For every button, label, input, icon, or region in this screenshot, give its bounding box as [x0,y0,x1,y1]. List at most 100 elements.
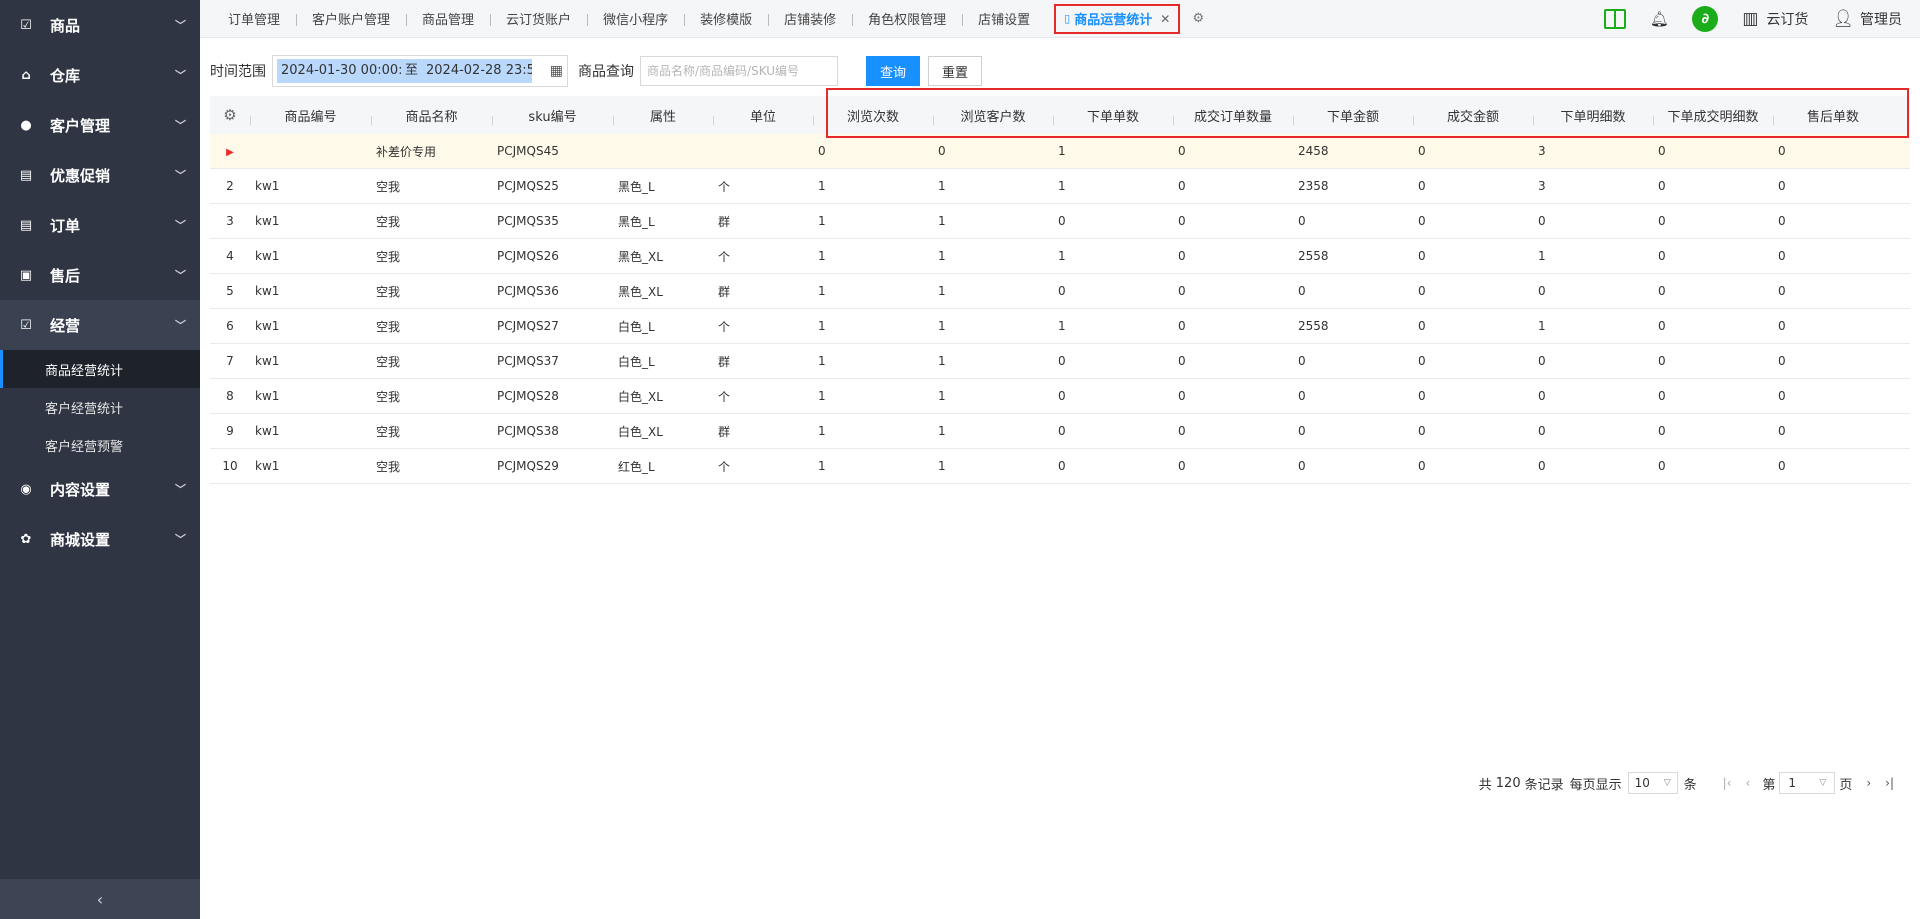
date-end[interactable]: 2024-02-28 23:59:59 [422,59,533,83]
collapse-sidebar-chevron-icon[interactable]: ‹ [0,879,200,919]
chevron-down-icon: ▽ [1663,778,1671,788]
tab-5[interactable]: 装修模版 [684,0,768,38]
tab-6[interactable]: 店铺装修 [768,0,852,38]
cell-code: kw1 [255,459,280,473]
column-header[interactable]: 售后单数 [1773,106,1893,125]
column-header[interactable]: 商品编号 [250,106,371,125]
sidebar: ☑ 商品 ﹀ ⌂ 仓库 ﹀ ● 客户管理 ﹀ ▤ 优惠促销 ﹀ ▤ 订单 ﹀ ▣ 售后 ﹀ ☑ 经营 ﹀ 商品经营统计 客户… [0,0,200,919]
sidebar-item-label: 订单 [50,216,81,235]
cell-metric: 0 [1418,319,1426,333]
column-header[interactable]: 下单明细数 [1533,106,1653,125]
tab-settings-gear-icon[interactable]: ⚙ [1186,7,1210,31]
sidebar-item-items5[interactable]: ▣ 售后 ﹀ [0,250,200,300]
cell-metric: 2558 [1298,319,1329,333]
table-row[interactable]: 10 kw1 空我 PCJMQS29 红色_L 个 1 1 0 0 0 0 0 0 0 [210,449,1910,484]
product-stats-table: ⚙ 商品编号 商品名称 sku编号 属性 单位 浏览次数 浏览客户数 下单单数 成交订单数量 下单… [210,96,1910,484]
table-row[interactable]: 7 kw1 空我 PCJMQS37 白色_L 群 1 1 0 0 0 0 0 0 0 [210,344,1910,379]
user-menu[interactable]: 👤︎ 管理员 [1832,9,1902,29]
sidebar-item-items2[interactable]: ● 客户管理 ﹀ [0,100,200,150]
column-header[interactable]: 下单金额 [1293,106,1413,125]
sidebar-item-items3[interactable]: ▤ 优惠促销 ﹀ [0,150,200,200]
tab-3[interactable]: 云订货账户 [490,0,587,38]
cell-attr: 黑色_XL [618,284,663,299]
cell-metric: 0 [1058,354,1066,368]
per-page-select[interactable]: 10 ▽ [1627,772,1678,794]
cell-metric: 0 [1178,214,1186,228]
company-button[interactable]: ▥ 云订货 [1742,9,1808,29]
close-icon[interactable]: ✕ [1160,12,1170,26]
table-row[interactable]: 3 kw1 空我 PCJMQS35 黑色_L 群 1 1 0 0 0 0 0 0 0 [210,204,1910,239]
reset-button[interactable]: 重置 [928,56,982,86]
table-row[interactable]: ▶ 补差价专用 PCJMQS45 0 0 1 0 2458 0 3 0 0 [210,134,1910,169]
table-row[interactable]: 9 kw1 空我 PCJMQS38 白色_XL 群 1 1 0 0 0 0 0 0 0 [210,414,1910,449]
book-icon [1604,8,1627,29]
cell-metric: 0 [1178,144,1186,158]
tab-0[interactable]: 订单管理 [212,0,296,38]
sidebar-item-items0[interactable]: ☑ 商品 ﹀ [0,0,200,50]
date-range-picker[interactable]: 2024-01-30 00:00:00 至 2024-02-28 23:59:5… [272,55,568,87]
cell-metric: 0 [1538,459,1546,473]
mini-program-button[interactable]: ∂ [1692,5,1719,32]
tab-1[interactable]: 客户账户管理 [296,0,406,38]
cell-name: 空我 [376,459,401,474]
notification-button[interactable]: 🔔︎ [1650,10,1669,28]
last-page-icon[interactable]: ›| [1885,776,1894,790]
table-row[interactable]: 8 kw1 空我 PCJMQS28 白色_XL 个 1 1 0 0 0 0 0 0 0 [210,379,1910,414]
tab-8[interactable]: 店铺设置 [962,0,1046,38]
column-header[interactable]: 商品名称 [371,106,492,125]
sidebar-subitem[interactable]: 商品经营统计 [0,350,200,388]
chevron-down-icon: ﹀ [175,19,186,32]
cell-code: kw1 [255,214,280,228]
sidebar-item-items4[interactable]: ▤ 订单 ﹀ [0,200,200,250]
column-header[interactable]: 单位 [713,106,813,125]
cell-sku: PCJMQS37 [497,354,559,368]
table-row[interactable]: 4 kw1 空我 PCJMQS26 黑色_XL 个 1 1 1 0 2558 0 1 0 0 [210,239,1910,274]
column-settings-gear-icon[interactable]: ⚙ [210,106,250,124]
table-row[interactable]: 2 kw1 空我 PCJMQS25 黑色_L 个 1 1 1 0 2358 0 3 0 0 [210,169,1910,204]
help-book-button[interactable] [1604,8,1627,29]
sidebar-item-items_after1[interactable]: ✿ 商城设置 ﹀ [0,514,200,564]
cell-name: 空我 [376,179,401,194]
column-header[interactable]: 成交订单数量 [1173,106,1293,125]
column-header[interactable]: 浏览客户数 [933,106,1053,125]
cell-metric: 0 [1778,249,1786,263]
cell-sku: PCJMQS35 [497,214,559,228]
sidebar-item-items1[interactable]: ⌂ 仓库 ﹀ [0,50,200,100]
row-index: 8 [226,389,234,403]
sidebar-item-items6[interactable]: ☑ 经营 ﹀ [0,300,200,350]
product-search-input[interactable] [640,56,838,86]
prev-page-icon[interactable]: ‹ [1746,776,1751,790]
sidebar-item-items_after0[interactable]: ◉ 内容设置 ﹀ [0,464,200,514]
first-page-icon[interactable]: |‹ [1723,776,1732,790]
cell-attr: 黑色_L [618,214,655,229]
sidebar-item-label: 仓库 [50,66,81,85]
tab-4[interactable]: 微信小程序 [587,0,684,38]
column-header[interactable]: 浏览次数 [813,106,933,125]
column-header[interactable]: 下单成交明细数 [1653,106,1773,125]
list-icon: ▤ [19,167,33,183]
cell-metric: 0 [1178,354,1186,368]
tab-active-product-stats[interactable]: ▯ 商品运营统计 ✕ [1054,3,1181,34]
page-select[interactable]: 1 ▽ [1779,772,1836,794]
tab-2[interactable]: 商品管理 [406,0,490,38]
document-icon: ▯ [1064,12,1071,25]
search-button[interactable]: 查询 [866,56,920,86]
cell-metric: 0 [1418,424,1426,438]
cell-name: 补差价专用 [376,144,437,159]
sidebar-subitem[interactable]: 客户经营统计 [0,388,200,426]
cell-attr: 白色_XL [618,389,663,404]
column-header[interactable]: 下单单数 [1053,106,1173,125]
table-row[interactable]: 6 kw1 空我 PCJMQS27 白色_L 个 1 1 1 0 2558 0 1 0 0 [210,309,1910,344]
column-header[interactable]: 属性 [613,106,713,125]
date-start[interactable]: 2024-01-30 00:00:00 [277,59,401,83]
sidebar-subitem[interactable]: 客户经营预警 [0,426,200,464]
column-header[interactable]: 成交金额 [1413,106,1533,125]
calendar-icon[interactable]: ▦ [550,63,563,79]
tab-7[interactable]: 角色权限管理 [852,0,962,38]
cell-code: kw1 [255,284,280,298]
row-indicator-arrow-icon: ▶ [226,147,234,158]
column-header[interactable]: sku编号 [492,106,613,125]
next-page-icon[interactable]: › [1866,776,1871,790]
table-row[interactable]: 5 kw1 空我 PCJMQS36 黑色_XL 群 1 1 0 0 0 0 0 0 0 [210,274,1910,309]
mini-program-icon: ∂ [1692,5,1719,32]
